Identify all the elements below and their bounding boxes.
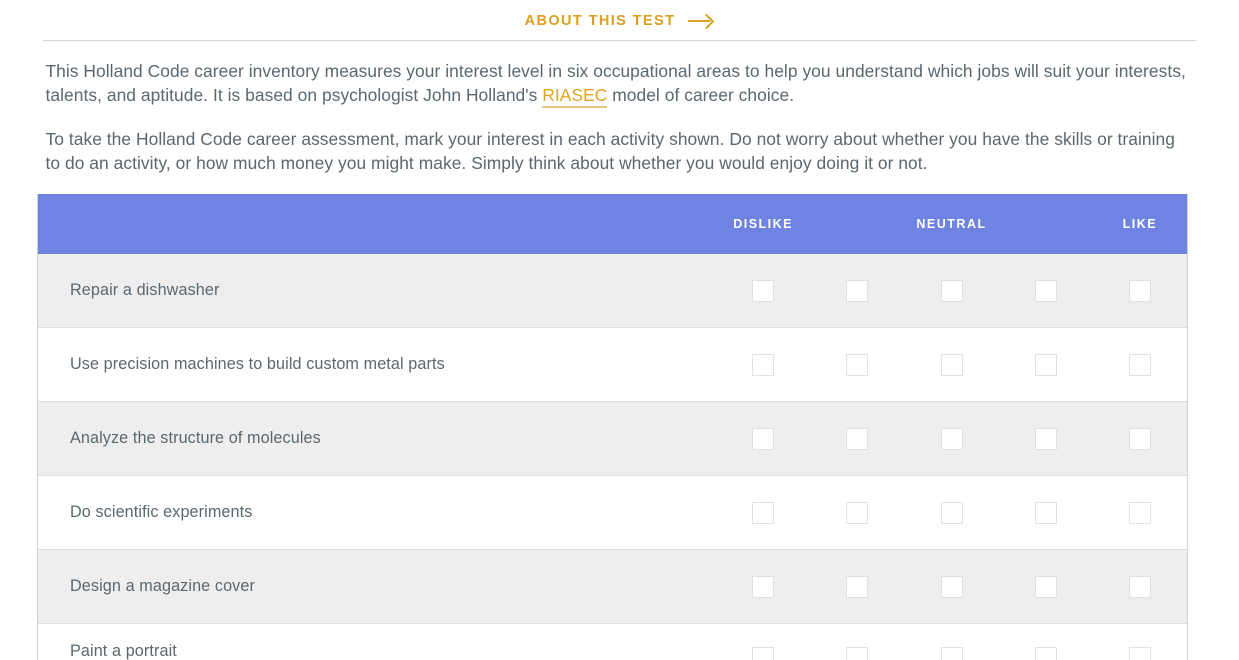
answer-options [716, 501, 1187, 524]
scale-label-neutral: NEUTRAL [916, 217, 987, 231]
option-cell-3[interactable] [904, 501, 998, 524]
intro-paragraph-1: This Holland Code career inventory measu… [46, 59, 1194, 108]
option-checkbox-4[interactable] [1034, 647, 1057, 660]
option-cell-4[interactable] [999, 575, 1093, 598]
option-checkbox-dislike[interactable] [752, 501, 775, 524]
answer-options [716, 638, 1187, 660]
option-checkbox-2[interactable] [846, 575, 869, 598]
option-checkbox-like[interactable] [1128, 575, 1151, 598]
option-checkbox-2[interactable] [846, 353, 869, 376]
arrow-right-icon [688, 13, 714, 29]
option-checkbox-2[interactable] [846, 279, 869, 302]
quiz-table-header: DISLIKE NEUTRAL LIKE [38, 194, 1187, 254]
about-this-test-label: ABOUT THIS TEST [524, 13, 676, 29]
option-cell-4[interactable] [999, 638, 1093, 660]
option-checkbox-neutral[interactable] [940, 427, 963, 450]
answer-options [716, 279, 1187, 302]
option-checkbox-like[interactable] [1128, 647, 1151, 660]
option-checkbox-neutral[interactable] [940, 279, 963, 302]
about-this-test-link[interactable]: ABOUT THIS TEST [525, 13, 715, 29]
table-row: Design a magazine cover [38, 550, 1187, 624]
option-cell-1[interactable] [716, 353, 810, 376]
option-checkbox-like[interactable] [1128, 353, 1151, 376]
scale-label-like: LIKE [1122, 217, 1158, 231]
option-cell-1[interactable] [716, 279, 810, 302]
option-cell-4[interactable] [999, 279, 1093, 302]
table-row: Use precision machines to build custom m… [38, 328, 1187, 402]
option-cell-1[interactable] [716, 427, 810, 450]
option-cell-3[interactable] [904, 638, 998, 660]
option-cell-2[interactable] [810, 638, 904, 660]
option-checkbox-neutral[interactable] [940, 647, 963, 660]
riasec-link[interactable]: RIASEC [542, 85, 608, 108]
option-cell-1[interactable] [716, 638, 810, 660]
option-checkbox-neutral[interactable] [940, 575, 963, 598]
option-cell-3[interactable] [904, 575, 998, 598]
table-row: Analyze the structure of molecules [38, 402, 1187, 476]
option-checkbox-4[interactable] [1034, 501, 1057, 524]
page-root: ABOUT THIS TEST This Holland Code career… [0, 0, 1239, 660]
option-checkbox-neutral[interactable] [940, 353, 963, 376]
option-cell-2[interactable] [810, 575, 904, 598]
answer-options [716, 575, 1187, 598]
option-checkbox-4[interactable] [1034, 427, 1057, 450]
option-cell-5[interactable] [1093, 575, 1187, 598]
option-checkbox-dislike[interactable] [752, 279, 775, 302]
option-cell-3[interactable] [904, 353, 998, 376]
scale-label-dislike: DISLIKE [733, 217, 793, 231]
option-cell-3[interactable] [904, 279, 998, 302]
answer-options [716, 353, 1187, 376]
option-checkbox-dislike[interactable] [752, 575, 775, 598]
about-this-test-bar: ABOUT THIS TEST [0, 0, 1239, 40]
question-label: Use precision machines to build custom m… [70, 355, 445, 373]
option-checkbox-4[interactable] [1034, 575, 1057, 598]
option-checkbox-2[interactable] [846, 427, 869, 450]
table-row: Paint a portrait [38, 624, 1187, 660]
intro-paragraph-2: To take the Holland Code career assessme… [45, 129, 1175, 173]
intro-text: This Holland Code career inventory measu… [46, 41, 1194, 175]
option-cell-1[interactable] [716, 501, 810, 524]
option-checkbox-dislike[interactable] [752, 647, 775, 660]
option-checkbox-2[interactable] [846, 501, 869, 524]
question-label: Design a magazine cover [70, 577, 255, 595]
option-cell-5[interactable] [1093, 279, 1187, 302]
question-label: Repair a dishwasher [70, 281, 220, 299]
option-checkbox-4[interactable] [1034, 279, 1057, 302]
option-checkbox-dislike[interactable] [752, 427, 775, 450]
question-label: Do scientific experiments [70, 503, 253, 521]
option-cell-5[interactable] [1093, 638, 1187, 660]
option-checkbox-like[interactable] [1128, 501, 1151, 524]
quiz-scale-header: DISLIKE NEUTRAL LIKE [716, 217, 1187, 231]
option-cell-5[interactable] [1093, 427, 1187, 450]
option-checkbox-like[interactable] [1128, 279, 1151, 302]
option-cell-4[interactable] [999, 501, 1093, 524]
option-checkbox-like[interactable] [1128, 427, 1151, 450]
option-cell-2[interactable] [810, 427, 904, 450]
option-cell-5[interactable] [1093, 501, 1187, 524]
question-label: Analyze the structure of molecules [70, 429, 321, 447]
option-cell-3[interactable] [904, 427, 998, 450]
option-cell-2[interactable] [810, 501, 904, 524]
option-cell-2[interactable] [810, 353, 904, 376]
question-label: Paint a portrait [70, 642, 177, 660]
option-cell-5[interactable] [1093, 353, 1187, 376]
intro-paragraph-1-part2: model of career choice. [607, 85, 795, 105]
option-cell-4[interactable] [999, 353, 1093, 376]
option-cell-2[interactable] [810, 279, 904, 302]
table-row: Repair a dishwasher [38, 254, 1187, 328]
option-checkbox-2[interactable] [846, 647, 869, 660]
option-checkbox-neutral[interactable] [940, 501, 963, 524]
quiz-table: DISLIKE NEUTRAL LIKE Repair a dishwasher… [37, 194, 1188, 660]
option-checkbox-4[interactable] [1034, 353, 1057, 376]
answer-options [716, 427, 1187, 450]
option-checkbox-dislike[interactable] [752, 353, 775, 376]
table-row: Do scientific experiments [38, 476, 1187, 550]
option-cell-1[interactable] [716, 575, 810, 598]
option-cell-4[interactable] [999, 427, 1093, 450]
